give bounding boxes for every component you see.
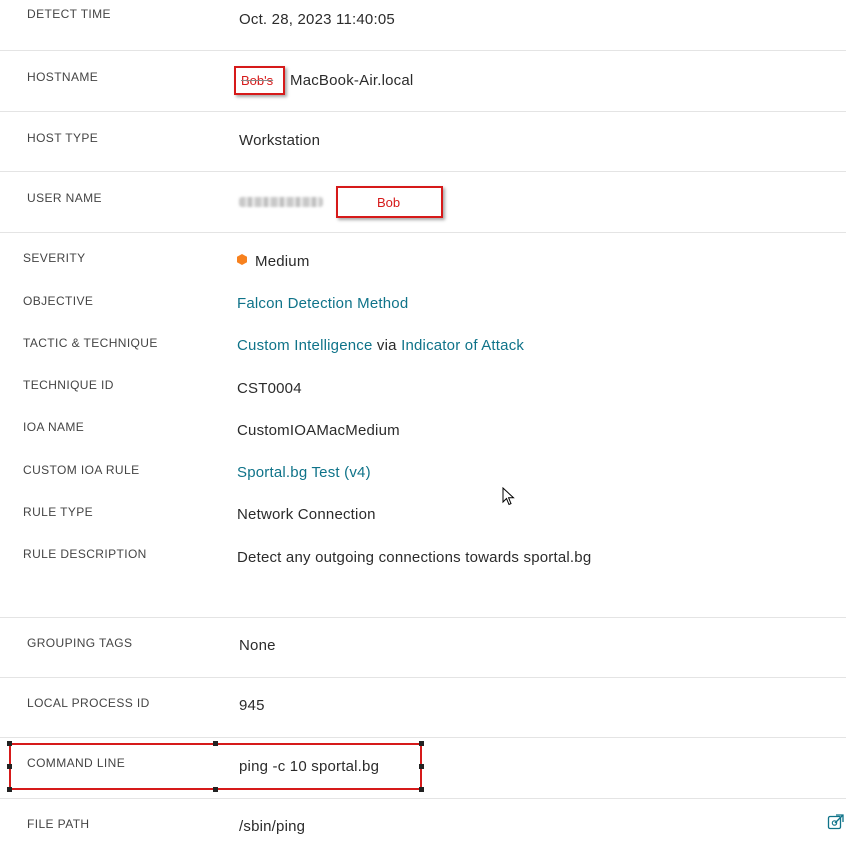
hostname-value: MacBook-Air.local [290, 72, 414, 89]
local-process-id-value: 945 [239, 697, 265, 714]
command-line-value: ping -c 10 sportal.bg [239, 758, 380, 775]
grouping-tags-label: GROUPING TAGS [27, 636, 133, 650]
detect-time-label: DETECT TIME [27, 7, 111, 21]
tactic-technique-label: TACTIC & TECHNIQUE [23, 336, 158, 350]
rule-type-label: RULE TYPE [23, 505, 94, 519]
detect-time-value: Oct. 28, 2023 11:40:05 [239, 11, 395, 28]
command-line-label: COMMAND LINE [27, 756, 126, 770]
username-overlay: Bob [377, 195, 401, 210]
local-process-id-label: LOCAL PROCESS ID [27, 696, 150, 710]
selection-handle[interactable] [7, 787, 12, 792]
technique-link[interactable]: Indicator of Attack [401, 337, 524, 354]
ioa-name-value: CustomIOAMacMedium [237, 422, 400, 439]
divider [0, 232, 846, 233]
selection-handle[interactable] [7, 764, 12, 769]
mouse-pointer-icon [502, 487, 515, 506]
divider [0, 50, 846, 51]
selection-handle[interactable] [419, 764, 424, 769]
rule-description-value: Detect any outgoing connections towards … [237, 549, 592, 566]
divider [0, 798, 846, 799]
custom-ioa-rule-label: CUSTOM IOA RULE [23, 463, 140, 477]
ioa-name-label: IOA NAME [23, 420, 85, 434]
rule-description-label: RULE DESCRIPTION [23, 547, 147, 561]
via-text: via [376, 337, 397, 354]
hostname-redacted-overlay: Bob's [241, 73, 274, 88]
divider [0, 111, 846, 112]
rule-type-value: Network Connection [237, 506, 376, 523]
tactic-technique-value: Custom Intelligence via Indicator of Att… [237, 337, 524, 354]
open-external-icon[interactable] [827, 813, 845, 831]
file-path-value: /sbin/ping [239, 818, 306, 835]
technique-id-value: CST0004 [237, 380, 302, 397]
host-type-label: HOST TYPE [27, 131, 99, 145]
host-type-value: Workstation [239, 132, 321, 149]
selection-handle[interactable] [419, 787, 424, 792]
technique-id-label: TECHNIQUE ID [23, 378, 114, 392]
selection-handle[interactable] [419, 741, 424, 746]
objective-label: OBJECTIVE [23, 294, 94, 308]
selection-handle[interactable] [213, 787, 218, 792]
objective-link[interactable]: Falcon Detection Method [237, 295, 408, 312]
divider [0, 171, 846, 172]
severity-label: SEVERITY [23, 251, 86, 265]
tactic-link[interactable]: Custom Intelligence [237, 337, 373, 354]
file-path-label: FILE PATH [27, 817, 90, 831]
divider [0, 617, 846, 618]
divider [0, 737, 846, 738]
severity-value: Medium [255, 253, 310, 270]
blurred-username [239, 197, 323, 207]
selection-handle[interactable] [7, 741, 12, 746]
user-name-label: USER NAME [27, 191, 102, 205]
divider [0, 677, 846, 678]
grouping-tags-value: None [239, 637, 276, 654]
selection-handle[interactable] [213, 741, 218, 746]
severity-medium-icon [237, 254, 247, 265]
custom-ioa-rule-link[interactable]: Sportal.bg Test (v4) [237, 464, 371, 481]
hostname-label: HOSTNAME [27, 70, 99, 84]
